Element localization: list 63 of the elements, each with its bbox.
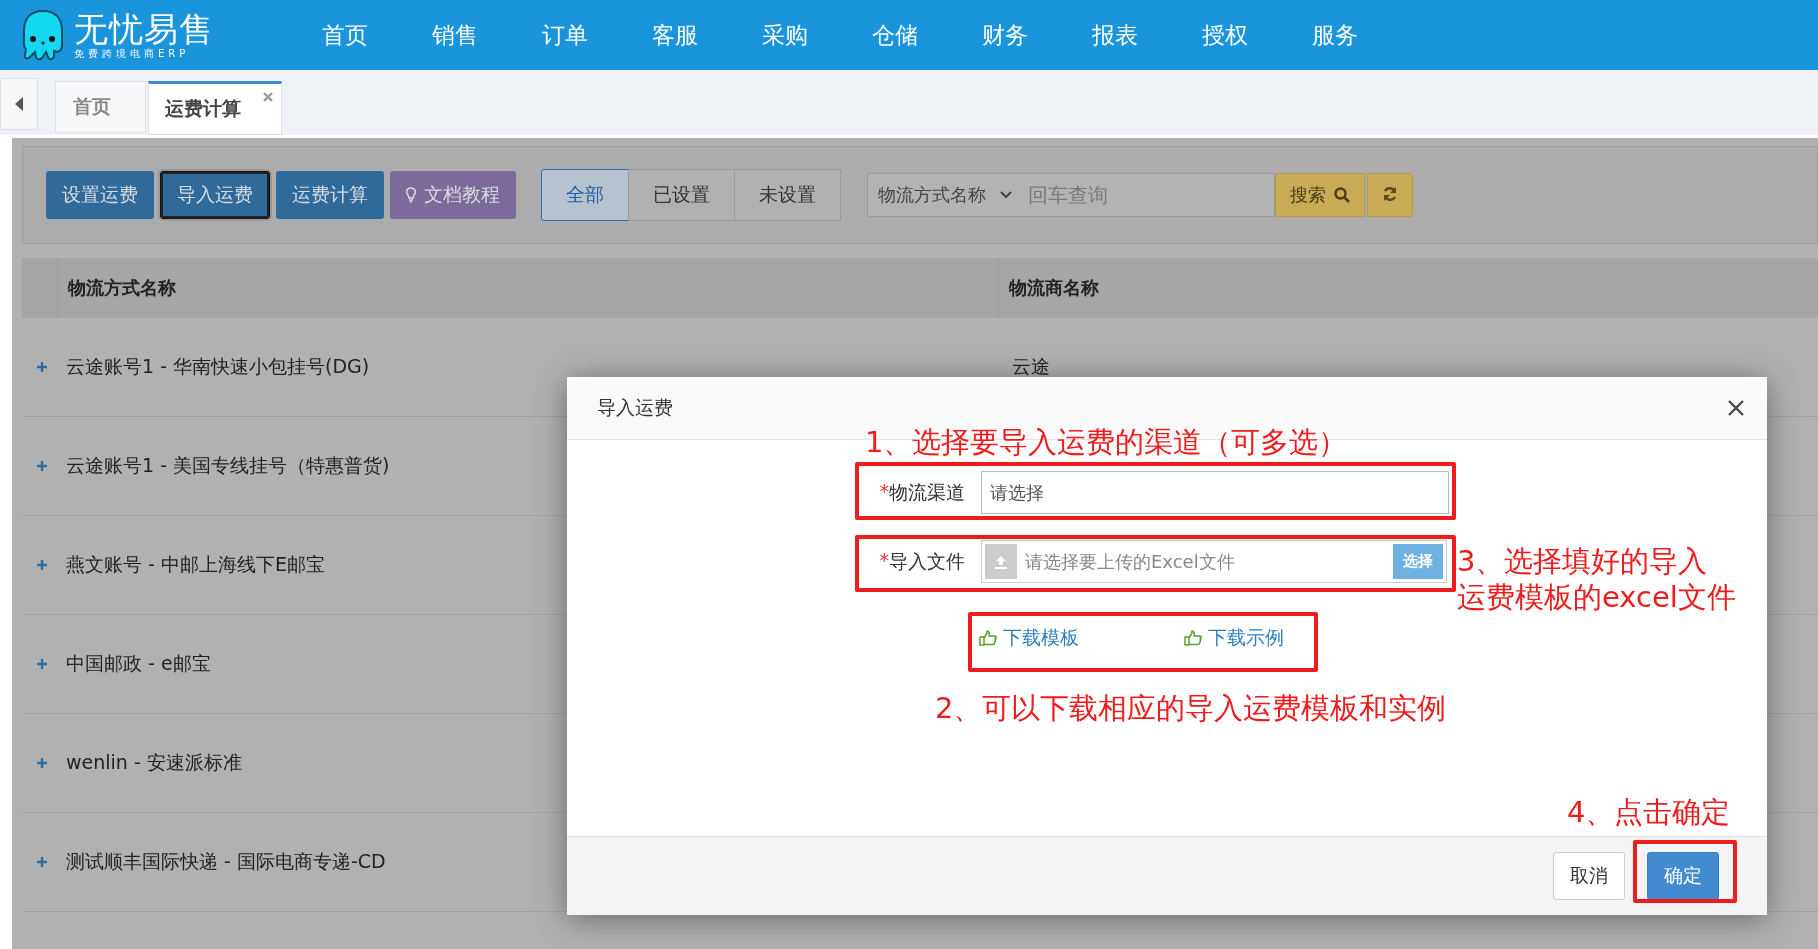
expand-icon[interactable] — [36, 856, 48, 868]
table-cell-text: wenlin - 安速派标准 — [66, 750, 242, 775]
toolbar-button[interactable]: 运费计算 — [276, 171, 384, 219]
table-cell-text: 云途 — [1012, 354, 1050, 379]
filter-button[interactable]: 已设置 — [628, 169, 735, 221]
search-button[interactable]: 搜索 — [1275, 173, 1365, 217]
toolbar-button[interactable]: 导入运费 — [160, 171, 270, 219]
table-cell-text: 测试顺丰国际快递 - 国际电商专递-CD — [66, 849, 386, 874]
field-label: 导入文件 — [889, 548, 965, 574]
nav-item[interactable]: 服务 — [1312, 19, 1358, 51]
column-header: 物流方式名称 — [58, 258, 999, 318]
toolbar-button[interactable]: 设置运费 — [46, 171, 154, 219]
expand-icon[interactable] — [36, 460, 48, 472]
nav-item[interactable]: 报表 — [1092, 19, 1138, 51]
channel-field[interactable]: 请选择 — [981, 471, 1449, 514]
table-cell-text: 云途账号1 - 美国专线挂号（特惠普货) — [66, 453, 390, 478]
expand-icon[interactable] — [36, 361, 48, 373]
caret-left-icon — [15, 97, 23, 111]
search-icon — [1334, 187, 1350, 203]
lightbulb-icon — [406, 187, 416, 203]
logo-subtitle: 免费跨境电商ERP — [74, 48, 191, 60]
nav-item[interactable]: 销售 — [432, 19, 478, 51]
column-header: 物流商名称 — [1007, 276, 1099, 300]
upload-icon — [993, 553, 1009, 570]
close-icon[interactable] — [1727, 399, 1745, 417]
logo-title: 无忧易售 — [74, 10, 214, 48]
dialog-title: 导入运费 — [597, 395, 673, 420]
thumbs-up-icon — [1184, 630, 1202, 646]
table-cell-text: 云途账号1 - 华南快速小包挂号(DG) — [66, 354, 370, 379]
filter-button[interactable]: 未设置 — [734, 169, 841, 221]
annotation-text: 1、选择要导入运费的渠道（可多选） — [865, 424, 1348, 460]
field-label: 物流渠道 — [889, 479, 965, 505]
file-field[interactable]: 请选择要上传的Excel文件 选择 — [981, 540, 1447, 583]
annotation-text: 2、可以下载相应的导入运费模板和实例 — [935, 690, 1447, 726]
download-link[interactable]: 下载模板 — [979, 625, 1079, 651]
nav-item[interactable]: 财务 — [982, 19, 1028, 51]
required-mark: * — [879, 548, 889, 573]
expand-icon[interactable] — [36, 658, 48, 670]
confirm-button[interactable]: 确定 — [1647, 852, 1719, 900]
nav-item[interactable]: 客服 — [652, 19, 698, 51]
refresh-button[interactable] — [1367, 173, 1413, 217]
annotation-text: 3、选择填好的导入 运费模板的excel文件 — [1457, 543, 1736, 615]
thumbs-up-icon — [979, 630, 997, 646]
refresh-icon — [1382, 185, 1398, 202]
nav-item[interactable]: 订单 — [542, 19, 588, 51]
toolbar-button[interactable]: 文档教程 — [390, 171, 516, 219]
nav-item[interactable]: 仓储 — [872, 19, 918, 51]
tab[interactable]: 运费计算 — [148, 81, 282, 135]
nav-item[interactable]: 首页 — [322, 19, 368, 51]
required-mark: * — [879, 479, 889, 504]
nav-item[interactable]: 授权 — [1202, 19, 1248, 51]
scroll-left-button[interactable] — [0, 78, 38, 130]
filter-button[interactable]: 全部 — [541, 169, 629, 221]
table-cell-text: 中国邮政 - e邮宝 — [66, 651, 211, 676]
expand-icon[interactable] — [36, 757, 48, 769]
expand-icon[interactable] — [36, 559, 48, 571]
tab[interactable]: 首页 — [55, 81, 146, 133]
table-cell-text: 燕文账号 - 中邮上海线下E邮宝 — [66, 552, 325, 577]
cancel-button[interactable]: 取消 — [1553, 852, 1625, 900]
nav-item[interactable]: 采购 — [762, 19, 808, 51]
annotation-text: 4、点击确定 — [1567, 794, 1731, 830]
choose-button[interactable]: 选择 — [1393, 544, 1443, 579]
download-link[interactable]: 下载示例 — [1184, 625, 1284, 651]
